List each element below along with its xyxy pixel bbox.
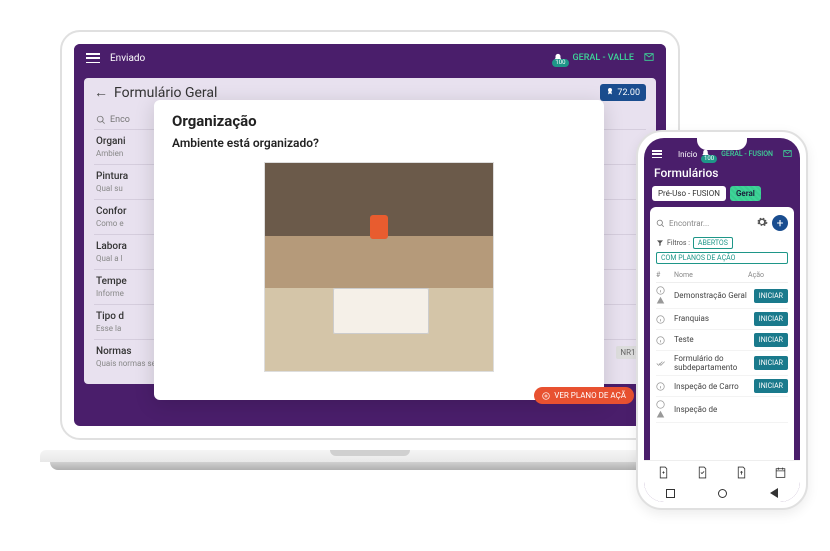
- table-row: Formulário do subdepartamento INICIAR: [656, 351, 788, 376]
- user-label[interactable]: GERAL - FUSION: [721, 150, 773, 158]
- back-arrow-icon[interactable]: ←: [94, 84, 108, 101]
- user-label[interactable]: GERAL - VALLE: [573, 53, 635, 63]
- laptop-app: Enviado 100 GERAL - VALLE ← Formulário G…: [74, 44, 666, 426]
- notification-badge: 100: [701, 155, 717, 163]
- table-row: Teste INICIAR: [656, 330, 788, 351]
- nav-recent-icon[interactable]: [666, 489, 675, 498]
- col-name: Nome: [674, 271, 748, 279]
- warning-icon: [656, 410, 665, 419]
- start-button[interactable]: INICIAR: [754, 379, 788, 393]
- start-button[interactable]: INICIAR: [754, 312, 788, 326]
- menu-icon[interactable]: [86, 53, 100, 63]
- doc-upload-icon[interactable]: [735, 466, 748, 479]
- start-button[interactable]: INICIAR: [754, 333, 788, 347]
- phone-device: Início 100 GERAL - FUSION Formulários Pr…: [636, 130, 808, 510]
- nav-home-icon[interactable]: [718, 489, 727, 498]
- question-modal: Organização Ambiente está organizado? VE…: [154, 100, 604, 400]
- col-num: #: [656, 271, 674, 279]
- add-button[interactable]: +: [772, 215, 788, 231]
- plus-circle-icon: [542, 392, 550, 400]
- table-row: Inspeção de: [656, 397, 788, 423]
- table-row: Franquias INICIAR: [656, 309, 788, 330]
- modal-image: [264, 162, 494, 372]
- row-name: Demonstração Geral: [674, 291, 754, 300]
- info-icon: [656, 400, 665, 409]
- info-icon: [656, 286, 665, 295]
- bell-icon[interactable]: 100: [701, 149, 711, 159]
- search-row: Encontrar... +: [656, 213, 788, 237]
- modal-question: Ambiente está organizado?: [172, 136, 586, 150]
- search-icon: [656, 219, 665, 228]
- tab-bar: Pré-Uso - FUSION Geral: [644, 186, 800, 207]
- table-row: Inspeção de Carro INICIAR: [656, 376, 788, 397]
- phone-page-title: Formulários: [644, 162, 800, 186]
- double-check-icon: [656, 359, 665, 368]
- view-action-plan-button[interactable]: VER PLANO DE AÇÃ: [534, 387, 634, 404]
- bottom-bar: [644, 460, 800, 484]
- warning-icon: [656, 296, 665, 305]
- info-icon: [656, 382, 665, 391]
- search-placeholder: Enco: [110, 115, 130, 125]
- app-header: Enviado 100 GERAL - VALLE: [74, 44, 666, 72]
- gear-icon[interactable]: [756, 216, 768, 230]
- medal-icon: [606, 87, 614, 98]
- col-action: Ação: [748, 271, 788, 279]
- filter-chip-open[interactable]: ABERTOS: [693, 237, 733, 249]
- envelope-icon[interactable]: [783, 149, 792, 160]
- phone-app: Início 100 GERAL - FUSION Formulários Pr…: [644, 138, 800, 502]
- info-icon: [656, 315, 665, 324]
- tab-geral[interactable]: Geral: [730, 186, 761, 201]
- filter-label: Filtros :: [667, 239, 690, 247]
- doc-add-icon[interactable]: [657, 466, 670, 479]
- table-row: Demonstração Geral INICIAR: [656, 283, 788, 309]
- android-nav: [644, 484, 800, 502]
- score-chip: 72.00: [600, 84, 646, 101]
- menu-icon[interactable]: [652, 150, 662, 158]
- breadcrumb: Enviado: [110, 53, 145, 64]
- laptop-base: [40, 450, 700, 500]
- modal-title: Organização: [172, 112, 586, 130]
- row-name: Inspeção de Carro: [674, 382, 754, 391]
- envelope-icon[interactable]: [644, 52, 654, 65]
- forms-card: Encontrar... + Filtros : ABERTOS COM PLA…: [650, 207, 794, 471]
- filter-row: Filtros : ABERTOS COM PLANOS DE AÇÃO: [656, 237, 788, 268]
- doc-check-icon[interactable]: [696, 466, 709, 479]
- filter-icon: [656, 239, 664, 247]
- search-input[interactable]: Encontrar...: [669, 219, 752, 228]
- info-icon: [656, 336, 665, 345]
- nav-back-icon[interactable]: [770, 488, 778, 498]
- notification-badge: 100: [552, 59, 568, 67]
- filter-chip-plans[interactable]: COM PLANOS DE AÇÃO: [656, 252, 788, 264]
- page-title: Formulário Geral: [114, 85, 217, 101]
- home-label[interactable]: Início: [678, 150, 697, 159]
- calendar-icon[interactable]: [774, 466, 787, 479]
- row-name: Formulário do subdepartamento: [674, 354, 754, 372]
- row-name: Franquias: [674, 314, 754, 323]
- phone-notch: [697, 138, 747, 150]
- row-name: Inspeção de: [674, 405, 788, 414]
- laptop-device: Enviado 100 GERAL - VALLE ← Formulário G…: [40, 30, 700, 500]
- search-icon: [96, 115, 106, 125]
- start-button[interactable]: INICIAR: [754, 356, 788, 370]
- start-button[interactable]: INICIAR: [754, 289, 788, 303]
- tab-preuse[interactable]: Pré-Uso - FUSION: [652, 186, 726, 201]
- laptop-screen: Enviado 100 GERAL - VALLE ← Formulário G…: [60, 30, 680, 440]
- row-name: Teste: [674, 335, 754, 344]
- bell-icon[interactable]: 100: [553, 53, 563, 63]
- score-value: 72.00: [617, 88, 640, 98]
- table-header: # Nome Ação: [656, 268, 788, 283]
